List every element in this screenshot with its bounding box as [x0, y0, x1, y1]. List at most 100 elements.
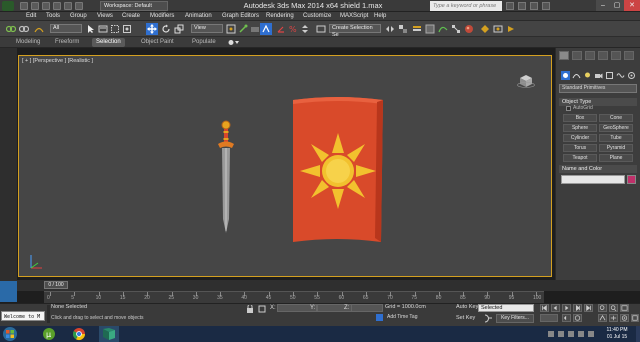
- key-mode-toggle-icon[interactable]: [562, 314, 571, 322]
- selection-lock-icon[interactable]: [246, 305, 254, 313]
- autogrid-checkbox[interactable]: [566, 106, 571, 111]
- menu-graph-editors[interactable]: Graph Editors: [222, 12, 259, 21]
- tube-button[interactable]: Tube: [599, 134, 633, 142]
- tab-object-paint[interactable]: Object Paint: [137, 38, 178, 47]
- utilities-panel-tab[interactable]: [624, 51, 634, 60]
- scale-icon[interactable]: [174, 24, 184, 34]
- align-icon[interactable]: [398, 24, 408, 34]
- menu-views[interactable]: Views: [97, 12, 113, 21]
- track-bar[interactable]: 0 5 10 15 20 25 30 35 40 45 50 55 60 65 70 75 80 85 90 95 10…: [44, 291, 544, 303]
- binoculars-icon[interactable]: [506, 2, 514, 10]
- current-frame-field[interactable]: [540, 314, 558, 322]
- named-selection-sets-dropdown[interactable]: Create Selection Se: [329, 24, 381, 38]
- maxscript-listener[interactable]: Welcome to M: [1, 311, 45, 321]
- workspace-dropdown[interactable]: Workspace: Default: [100, 1, 168, 11]
- rendered-frame-window-icon[interactable]: [493, 24, 503, 34]
- open-file-icon[interactable]: [31, 2, 39, 10]
- tab-modeling[interactable]: Modeling: [12, 38, 44, 47]
- z-coord-field[interactable]: [351, 304, 383, 312]
- start-button-icon[interactable]: [2, 326, 18, 342]
- maximize-button[interactable]: ▢: [610, 0, 624, 11]
- auto-key-button[interactable]: Auto Key: [456, 304, 478, 310]
- search-input[interactable]: Type a keyword or phrase: [430, 1, 502, 11]
- link-icon[interactable]: [6, 24, 16, 34]
- menu-help[interactable]: Help: [374, 12, 386, 21]
- action-center-icon[interactable]: [588, 331, 594, 337]
- menu-create[interactable]: Create: [122, 12, 140, 21]
- tab-freeform[interactable]: Freeform: [51, 38, 83, 47]
- material-editor-icon[interactable]: [464, 24, 474, 34]
- menu-modifiers[interactable]: Modifiers: [150, 12, 174, 21]
- move-icon[interactable]: [146, 23, 158, 35]
- menu-tools[interactable]: Tools: [46, 12, 60, 21]
- zoom-icon[interactable]: [598, 304, 607, 312]
- curve-editor-icon[interactable]: [438, 24, 448, 34]
- teapot-button[interactable]: Teapot: [563, 154, 597, 162]
- time-slider[interactable]: [0, 280, 640, 291]
- field-of-view-icon[interactable]: [598, 314, 607, 322]
- object-name-field[interactable]: [561, 175, 625, 184]
- battery-icon[interactable]: [578, 331, 584, 337]
- perspective-viewport[interactable]: [ + ] [Perspective ] [Realistic ]: [18, 55, 552, 277]
- name-and-color-rollout[interactable]: Name and Color: [559, 165, 637, 173]
- geometry-icon[interactable]: [561, 71, 570, 80]
- tab-selection[interactable]: Selection: [92, 38, 125, 47]
- shapes-icon[interactable]: [572, 71, 581, 80]
- rotate-icon[interactable]: [161, 24, 171, 34]
- key-mode-dropdown[interactable]: Selected: [478, 304, 534, 312]
- space-warps-icon[interactable]: [616, 71, 625, 80]
- absolute-mode-icon[interactable]: [258, 305, 266, 313]
- set-keys-icon[interactable]: [483, 314, 493, 323]
- sword-model[interactable]: [216, 119, 236, 237]
- hierarchy-panel-tab[interactable]: [585, 51, 595, 60]
- pyramid-button[interactable]: Pyramid: [599, 144, 633, 152]
- zoom-extents-icon[interactable]: [620, 304, 629, 312]
- maximize-viewport-icon[interactable]: [631, 314, 639, 322]
- pan-view-icon[interactable]: [609, 314, 618, 322]
- cylinder-button[interactable]: Cylinder: [563, 134, 597, 142]
- modify-panel-tab[interactable]: [572, 51, 582, 60]
- menu-animation[interactable]: Animation: [185, 12, 212, 21]
- menu-maxscript[interactable]: MAXScript: [340, 12, 368, 21]
- render-production-icon[interactable]: [506, 24, 516, 34]
- minimize-button[interactable]: –: [596, 0, 610, 11]
- open-mini-curve-editor-button[interactable]: [0, 281, 17, 302]
- time-configuration-icon[interactable]: [573, 314, 582, 322]
- save-file-icon[interactable]: [42, 2, 50, 10]
- object-type-rollout[interactable]: Object Type: [559, 98, 637, 106]
- helpers-icon[interactable]: [605, 71, 614, 80]
- play-icon[interactable]: [562, 304, 571, 312]
- motion-panel-tab[interactable]: [598, 51, 608, 60]
- tab-populate[interactable]: Populate: [188, 38, 220, 47]
- mirror-icon[interactable]: [385, 24, 395, 34]
- rectangular-region-icon[interactable]: [110, 24, 120, 34]
- key-filters-button[interactable]: Key Filters...: [496, 314, 534, 323]
- 3ds-max-taskbar-icon[interactable]: [98, 326, 120, 342]
- cameras-icon[interactable]: [594, 71, 603, 80]
- edit-named-selection-icon[interactable]: [316, 24, 326, 34]
- sign-in-icon[interactable]: [518, 2, 526, 10]
- help-icon[interactable]: [542, 2, 550, 10]
- shield-model[interactable]: [287, 96, 387, 246]
- torus-button[interactable]: Torus: [563, 144, 597, 152]
- orbit-icon[interactable]: [620, 314, 629, 322]
- object-category-dropdown[interactable]: Standard Primitives: [559, 84, 637, 93]
- network-icon[interactable]: [558, 331, 564, 337]
- project-folder-icon[interactable]: [75, 2, 83, 10]
- close-button[interactable]: ✕: [624, 0, 640, 11]
- unlink-icon[interactable]: [19, 24, 29, 34]
- menu-rendering[interactable]: Rendering: [266, 12, 294, 21]
- add-time-tag[interactable]: Add Time Tag: [387, 314, 417, 320]
- menu-edit[interactable]: Edit: [26, 12, 36, 21]
- spinner-snap-icon[interactable]: [300, 24, 310, 34]
- go-to-start-icon[interactable]: [540, 304, 549, 312]
- go-to-end-icon[interactable]: [584, 304, 593, 312]
- keyboard-shortcut-override-icon[interactable]: [250, 24, 260, 34]
- volume-icon[interactable]: [568, 331, 574, 337]
- render-setup-icon[interactable]: [480, 24, 490, 34]
- snaps-toggle-icon[interactable]: [260, 23, 272, 35]
- select-by-name-icon[interactable]: [98, 24, 108, 34]
- bind-space-warp-icon[interactable]: [34, 24, 44, 34]
- chrome-taskbar-icon[interactable]: [68, 326, 90, 342]
- next-frame-icon[interactable]: [573, 304, 582, 312]
